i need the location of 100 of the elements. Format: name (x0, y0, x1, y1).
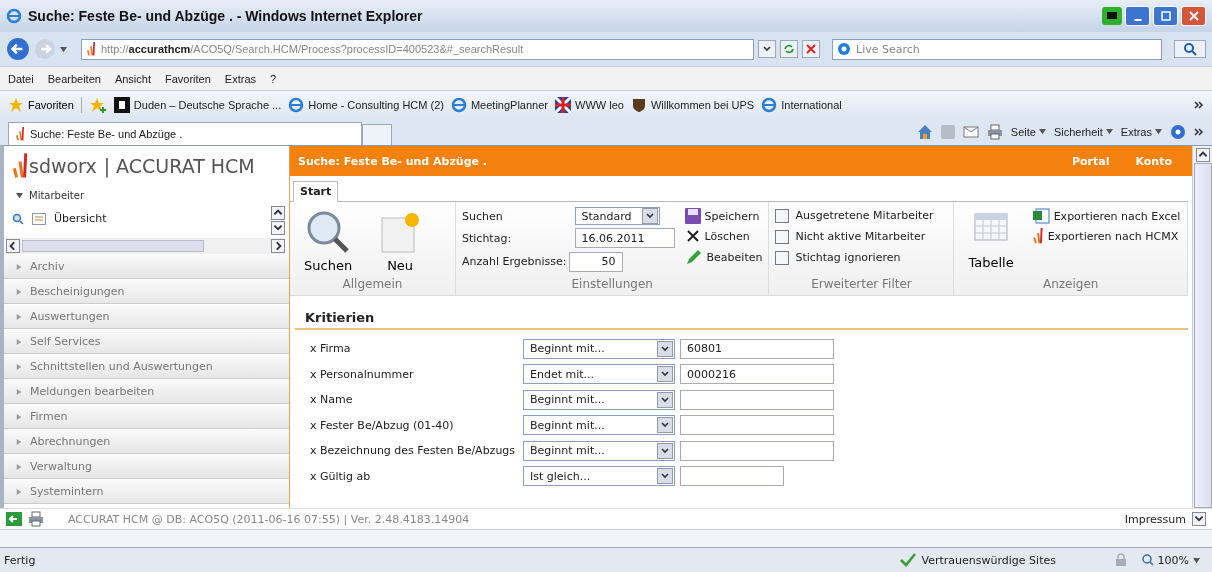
chevron-down-icon[interactable] (660, 445, 670, 456)
action-link[interactable]: Speichern (684, 208, 763, 224)
filter-checkbox[interactable]: Nicht aktive Mitarbeiter (775, 227, 948, 246)
menu-item[interactable]: Bearbeiten (47, 72, 101, 85)
exit-icon[interactable] (6, 512, 22, 526)
horizontal-scrollbar[interactable] (6, 238, 285, 254)
accordion-item[interactable]: Archiv (4, 254, 289, 279)
horizontal-scrollbar[interactable] (0, 529, 1212, 547)
search-button[interactable]: Suchen (296, 206, 361, 273)
accordion-item[interactable]: Meldungen bearbeiten (4, 379, 289, 404)
criterion-label[interactable]: x Name (310, 393, 523, 407)
command-menu[interactable]: Extras (1120, 125, 1162, 138)
favorite-link[interactable]: MeetingPlanner (450, 96, 548, 113)
caret-icon[interactable] (16, 191, 23, 199)
filter-checkbox[interactable]: Stichtag ignorieren (775, 248, 948, 267)
address-field[interactable]: http://accurathcm/ACO5Q/Search.HCM/Process?processID=400523&#_searchResult (81, 38, 754, 60)
table-button[interactable]: Tabelle (960, 206, 1022, 273)
tree-header[interactable]: Mitarbeiter (29, 189, 85, 201)
new-button[interactable]: Neu (370, 206, 431, 273)
scroll-left-button[interactable] (6, 239, 20, 253)
favorite-link[interactable]: Duden – Deutsche Sprache ... (113, 96, 282, 113)
page-scrollbar[interactable] (1192, 146, 1212, 508)
accordion-item[interactable]: Systemintern (4, 479, 289, 504)
stop-button[interactable] (802, 40, 820, 58)
refresh-button[interactable] (780, 40, 798, 58)
accordion-item[interactable]: Schnittstellen und Auswertungen (4, 354, 289, 379)
search-field[interactable]: Live Search (832, 38, 1162, 60)
menu-item[interactable]: Datei (8, 72, 34, 85)
zoom-level[interactable]: 100% (1141, 553, 1200, 567)
menu-item[interactable]: Extras (224, 72, 257, 85)
tree-item[interactable]: Übersicht (54, 212, 107, 225)
chevron-down-icon[interactable] (660, 394, 670, 405)
device-icon[interactable] (1102, 7, 1122, 25)
operator-dropdown[interactable]: Beginnt mit... (523, 338, 675, 359)
home-icon[interactable] (916, 123, 933, 140)
scroll-up-button[interactable] (1195, 148, 1210, 162)
count-field[interactable]: 50 (568, 251, 623, 272)
scroll-down-button[interactable] (271, 221, 285, 235)
scroll-up-button[interactable] (271, 206, 285, 220)
favorites-button[interactable]: Favoriten (8, 96, 74, 113)
criterion-label[interactable]: x Gültig ab (310, 469, 523, 483)
accordion-item[interactable]: Self Services (4, 329, 289, 354)
action-link[interactable]: Löschen (684, 228, 763, 244)
chevron-icon[interactable] (1194, 99, 1204, 110)
chevron-down-icon[interactable] (660, 343, 670, 354)
export-link[interactable]: Exportieren nach Excel (1031, 208, 1181, 224)
operator-dropdown[interactable]: Endet mit... (523, 364, 675, 385)
favorite-link[interactable]: Home - Consulting HCM (2) (288, 96, 444, 113)
browser-tab[interactable]: Suche: Feste Be- und Abzüge . (8, 122, 362, 145)
export-link[interactable]: Exportieren nach HCMX (1031, 228, 1181, 244)
favorite-link[interactable]: International (761, 96, 842, 113)
operator-dropdown[interactable]: Beginnt mit... (523, 415, 675, 436)
command-menu[interactable]: Seite (1010, 125, 1046, 138)
accordion-item[interactable]: Verwaltung (4, 454, 289, 479)
printer-icon[interactable] (986, 123, 1003, 140)
mail-icon[interactable] (962, 125, 979, 138)
search-mode-dropdown[interactable]: Standard (574, 207, 660, 226)
criterion-label[interactable]: x Firma (310, 342, 523, 356)
back-button[interactable] (6, 37, 30, 61)
favorite-link[interactable]: Willkommen bei UPS (630, 96, 755, 113)
chevron-icon[interactable] (1194, 126, 1204, 137)
value-field[interactable] (680, 389, 834, 410)
help-icon[interactable] (1170, 123, 1186, 140)
criterion-label[interactable]: x Bezeichnung des Festen Be/Abzugs (310, 444, 523, 458)
chevron-down-icon[interactable] (762, 44, 772, 54)
dropdown-button[interactable] (758, 40, 776, 58)
filter-checkbox[interactable]: Ausgetretene Mitarbeiter (775, 206, 948, 225)
ribbon-tab[interactable]: Start (293, 181, 339, 202)
favorite-link[interactable]: WWW leo (555, 96, 624, 113)
value-field[interactable]: 0000216 (680, 364, 834, 385)
date-field[interactable]: 16.06.2011 (574, 228, 675, 249)
operator-dropdown[interactable]: Ist gleich... (523, 466, 675, 487)
dropdown-button[interactable] (1192, 512, 1206, 526)
accordion-item[interactable]: Bescheinigungen (4, 279, 289, 304)
value-field[interactable]: 60801 (680, 338, 834, 359)
accordion-item[interactable]: Auswertungen (4, 304, 289, 329)
criterion-label[interactable]: x Fester Be/Abzug (01-40) (310, 418, 523, 432)
menu-item[interactable]: Ansicht (114, 72, 151, 85)
dropdown-arrow-icon[interactable] (60, 45, 67, 53)
value-field[interactable] (680, 415, 834, 436)
maximize-button[interactable] (1153, 6, 1178, 26)
operator-dropdown[interactable]: Beginnt mit... (523, 440, 675, 461)
command-menu[interactable]: Sicherheit (1053, 125, 1113, 138)
scroll-right-button[interactable] (271, 239, 285, 253)
add-favorite-icon[interactable] (88, 96, 107, 113)
close-button[interactable] (1181, 6, 1206, 26)
value-field[interactable] (680, 440, 834, 461)
search-icon[interactable] (12, 212, 24, 225)
operator-dropdown[interactable]: Beginnt mit... (523, 389, 675, 410)
minimize-button[interactable] (1125, 6, 1150, 26)
criterion-label[interactable]: x Personalnummer (310, 367, 523, 381)
accordion-item[interactable]: Firmen (4, 404, 289, 429)
search-button[interactable] (1174, 40, 1206, 58)
menu-item[interactable]: Favoriten (165, 72, 211, 85)
imprint-link[interactable]: Impressum (1124, 512, 1186, 526)
value-field[interactable] (680, 466, 784, 487)
menu-item[interactable]: ? (270, 72, 277, 85)
action-link[interactable]: Beabeiten (684, 248, 763, 266)
accordion-item[interactable]: Abrechnungen (4, 429, 289, 454)
printer-icon[interactable] (28, 511, 44, 527)
